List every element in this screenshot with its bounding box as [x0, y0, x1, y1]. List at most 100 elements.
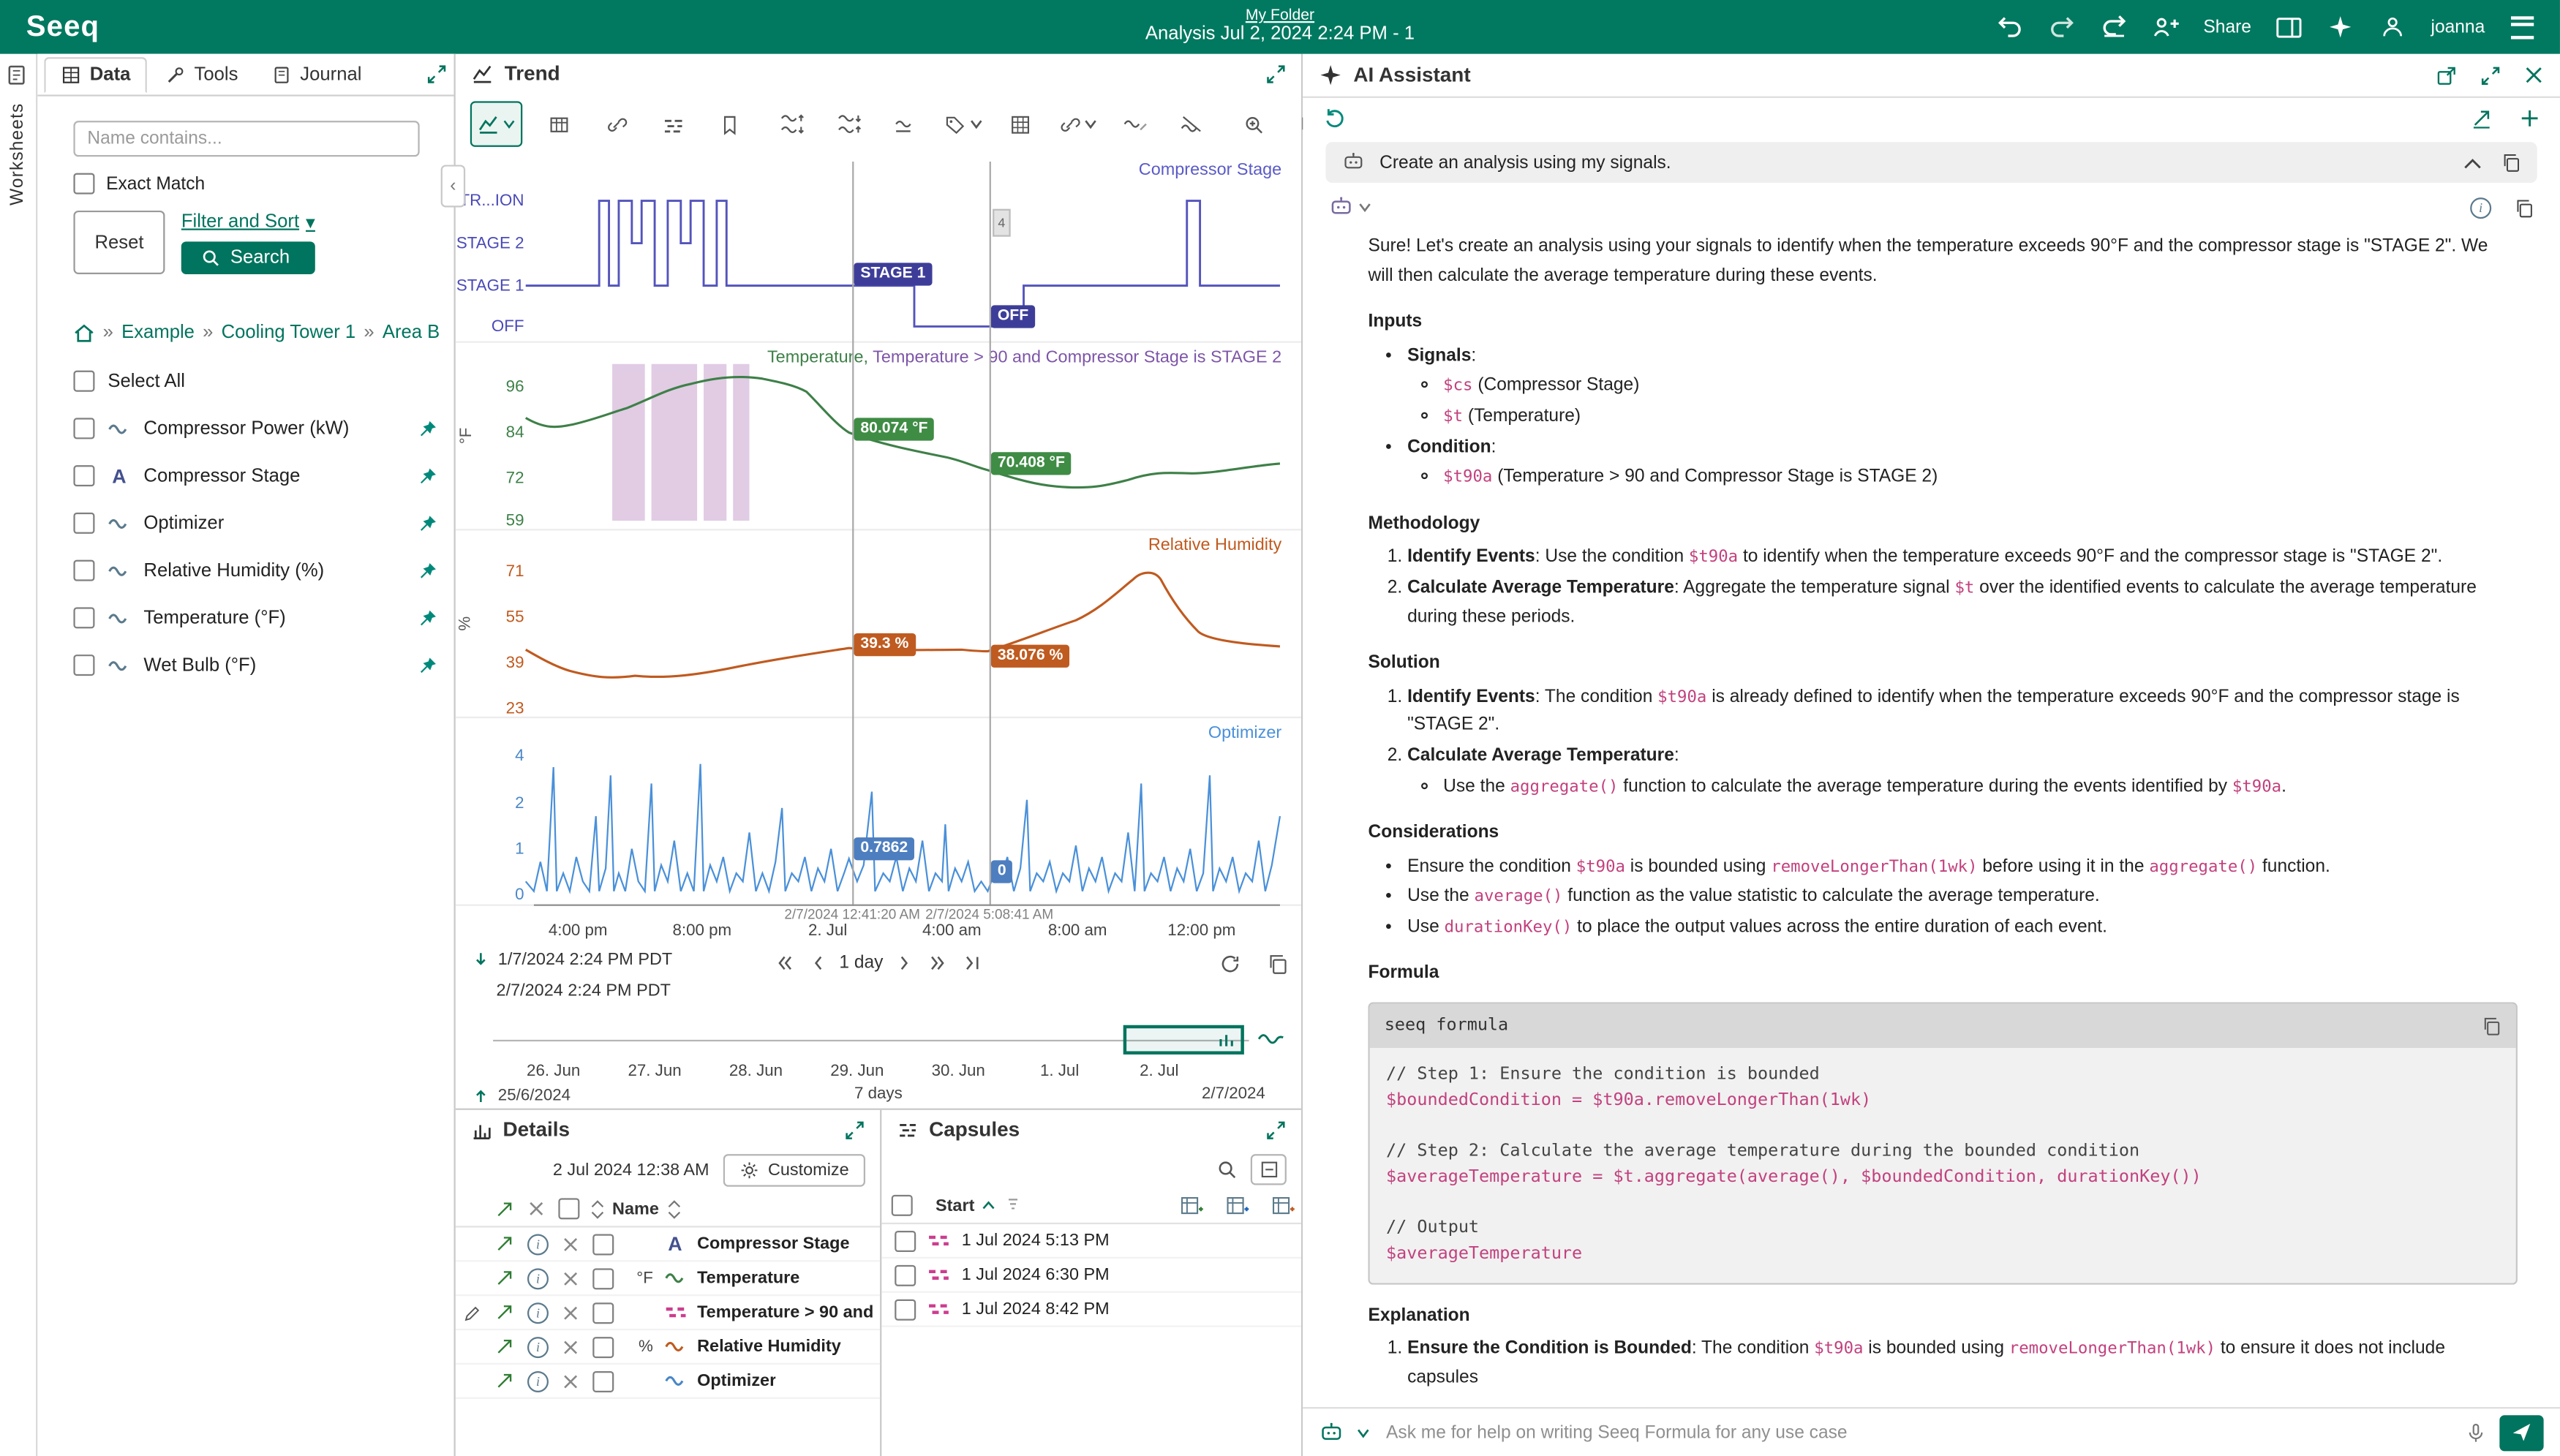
send-to-header-icon[interactable]	[490, 1199, 518, 1218]
signal-list-item[interactable]: ACompressor Stage	[37, 452, 453, 499]
capsules-select-mode-button[interactable]	[1251, 1153, 1287, 1184]
timeline-selection[interactable]	[1123, 1025, 1244, 1055]
exact-match-checkbox[interactable]	[73, 173, 94, 195]
tab-journal[interactable]: Journal	[256, 58, 377, 91]
range-end[interactable]: 2/7/2024 2:24 PM PDT	[497, 981, 671, 1000]
details-select-all-checkbox[interactable]	[558, 1198, 579, 1219]
add-stat-column-icon[interactable]	[1226, 1196, 1249, 1215]
details-expand-icon[interactable]	[844, 1119, 865, 1140]
sort-icon[interactable]	[590, 1199, 606, 1218]
tab-data[interactable]: Data	[44, 57, 146, 93]
copy-message-icon[interactable]	[2501, 152, 2521, 173]
signal-list-item[interactable]: Temperature (°F)	[37, 594, 453, 641]
my-folder-link[interactable]: My Folder	[1145, 7, 1415, 25]
pin-icon[interactable]	[418, 608, 437, 627]
signal-checkbox[interactable]	[73, 607, 94, 628]
remove-item-icon[interactable]	[558, 1271, 582, 1286]
investigate-start-arrow-icon[interactable]	[472, 1085, 490, 1105]
send-to-icon[interactable]	[490, 1337, 518, 1357]
pin-icon[interactable]	[418, 655, 437, 675]
table-view-icon[interactable]	[532, 101, 584, 146]
timeline-preview-icon[interactable]	[1257, 1028, 1285, 1049]
lane-split-icon[interactable]	[766, 101, 818, 146]
signal-checkbox[interactable]	[73, 560, 94, 581]
copy-response-icon[interactable]	[2514, 197, 2534, 218]
details-row[interactable]: iTemperature > 90 and (	[456, 1296, 880, 1330]
user-message[interactable]: Create an analysis using my signals.	[1325, 142, 2537, 183]
breadcrumb-link[interactable]: Area B	[383, 323, 440, 343]
add-column-icon[interactable]	[1181, 1196, 1203, 1215]
edit-pencil-icon[interactable]	[462, 1303, 483, 1321]
search-input[interactable]	[72, 121, 418, 156]
send-to-icon[interactable]	[490, 1234, 518, 1253]
user-icon[interactable]	[2379, 14, 2408, 40]
select-all-checkbox[interactable]	[73, 371, 94, 392]
item-info-icon[interactable]: i	[524, 1267, 552, 1289]
pin-icon[interactable]	[418, 561, 437, 581]
range-start[interactable]: 1/7/2024 2:24 PM PDT	[498, 950, 672, 970]
details-row-checkbox[interactable]	[592, 1336, 614, 1357]
chart-cursor-2[interactable]	[990, 162, 991, 906]
assistant-input[interactable]	[1383, 1421, 2452, 1444]
signal-list-item[interactable]: Wet Bulb (°F)	[37, 641, 453, 689]
customize-button[interactable]: Customize	[724, 1154, 865, 1187]
home-icon[interactable]	[73, 323, 94, 343]
item-info-icon[interactable]: i	[524, 1302, 552, 1323]
panels-icon[interactable]	[2274, 14, 2303, 40]
step-forward-half-icon[interactable]	[927, 954, 949, 973]
send-to-icon[interactable]	[490, 1268, 518, 1288]
capsule-checkbox[interactable]	[895, 1230, 916, 1251]
lane-merge-icon[interactable]	[823, 101, 875, 146]
ai-sparkle-icon[interactable]	[2327, 14, 2356, 40]
chart-region[interactable]: Compressor StageTR...IONSTAGE 2STAGE 1OF…	[456, 155, 1301, 906]
add-property-column-icon[interactable]	[1272, 1196, 1295, 1215]
step-size-label[interactable]: 1 day	[839, 954, 883, 973]
signal-list-item[interactable]: Optimizer	[37, 499, 453, 547]
export-chat-icon[interactable]	[2470, 107, 2493, 128]
investigate-end[interactable]: 2/7/2024	[1202, 1085, 1265, 1104]
breadcrumb-link[interactable]: Cooling Tower 1	[222, 323, 356, 343]
chat-history-icon[interactable]	[1322, 105, 1347, 129]
capsules-start-header[interactable]: Start	[935, 1196, 974, 1215]
remove-item-icon[interactable]	[558, 1373, 582, 1388]
link-axis-icon[interactable]	[1051, 101, 1103, 146]
item-info-icon[interactable]: i	[524, 1336, 552, 1357]
share-label[interactable]: Share	[2203, 17, 2251, 37]
sort-icon-2[interactable]	[666, 1199, 682, 1218]
details-row-checkbox[interactable]	[592, 1370, 614, 1392]
capsules-search-icon[interactable]	[1216, 1158, 1238, 1180]
capsule-checkbox[interactable]	[895, 1264, 916, 1286]
pin-icon[interactable]	[418, 513, 437, 533]
capsule-time-icon[interactable]	[647, 101, 699, 146]
formula-assistant-icon[interactable]	[1319, 1421, 1344, 1444]
filter-and-sort-link[interactable]: Filter and Sort▾	[181, 211, 315, 233]
pin-icon[interactable]	[418, 466, 437, 486]
lane-temperature[interactable]: Temperature, Temperature > 90 and Compre…	[456, 343, 1301, 531]
details-row[interactable]: i°FTemperature	[456, 1261, 880, 1296]
step-to-end-icon[interactable]	[963, 954, 983, 973]
capsule-row[interactable]: 1 Jul 2024 6:30 PM	[881, 1259, 1301, 1293]
reset-button[interactable]: Reset	[73, 211, 165, 274]
lane-compressor-stage[interactable]: Compressor StageTR...IONSTAGE 2STAGE 1OF…	[456, 155, 1301, 343]
new-chat-icon[interactable]	[2519, 107, 2540, 128]
select-all-row[interactable]: Select All	[37, 358, 453, 405]
response-info-icon[interactable]: i	[2470, 197, 2491, 218]
customizations-icon[interactable]	[1166, 101, 1218, 146]
details-row[interactable]: iACompressor Stage	[456, 1228, 880, 1262]
step-back-icon[interactable]	[810, 954, 824, 973]
chart-cursor-1[interactable]	[852, 162, 854, 906]
chain-view-icon[interactable]	[590, 101, 641, 146]
assistant-avatar-icon[interactable]	[1329, 196, 1353, 219]
menu-icon[interactable]	[2508, 14, 2537, 40]
search-button[interactable]: Search	[181, 241, 315, 274]
send-button[interactable]	[2499, 1414, 2543, 1450]
copy-code-icon[interactable]	[2482, 1015, 2501, 1036]
labels-icon[interactable]	[937, 101, 989, 146]
remove-item-icon[interactable]	[558, 1339, 582, 1354]
lane-optimizer[interactable]: Optimizer42100.78620	[456, 718, 1301, 906]
bookmark-icon[interactable]	[704, 101, 756, 146]
item-info-icon[interactable]: i	[524, 1233, 552, 1254]
signal-checkbox[interactable]	[73, 465, 94, 486]
details-row[interactable]: i%Relative Humidity	[456, 1330, 880, 1365]
lane-relative-humidity[interactable]: Relative Humidity71553923%39.3 %38.076 %	[456, 530, 1301, 718]
